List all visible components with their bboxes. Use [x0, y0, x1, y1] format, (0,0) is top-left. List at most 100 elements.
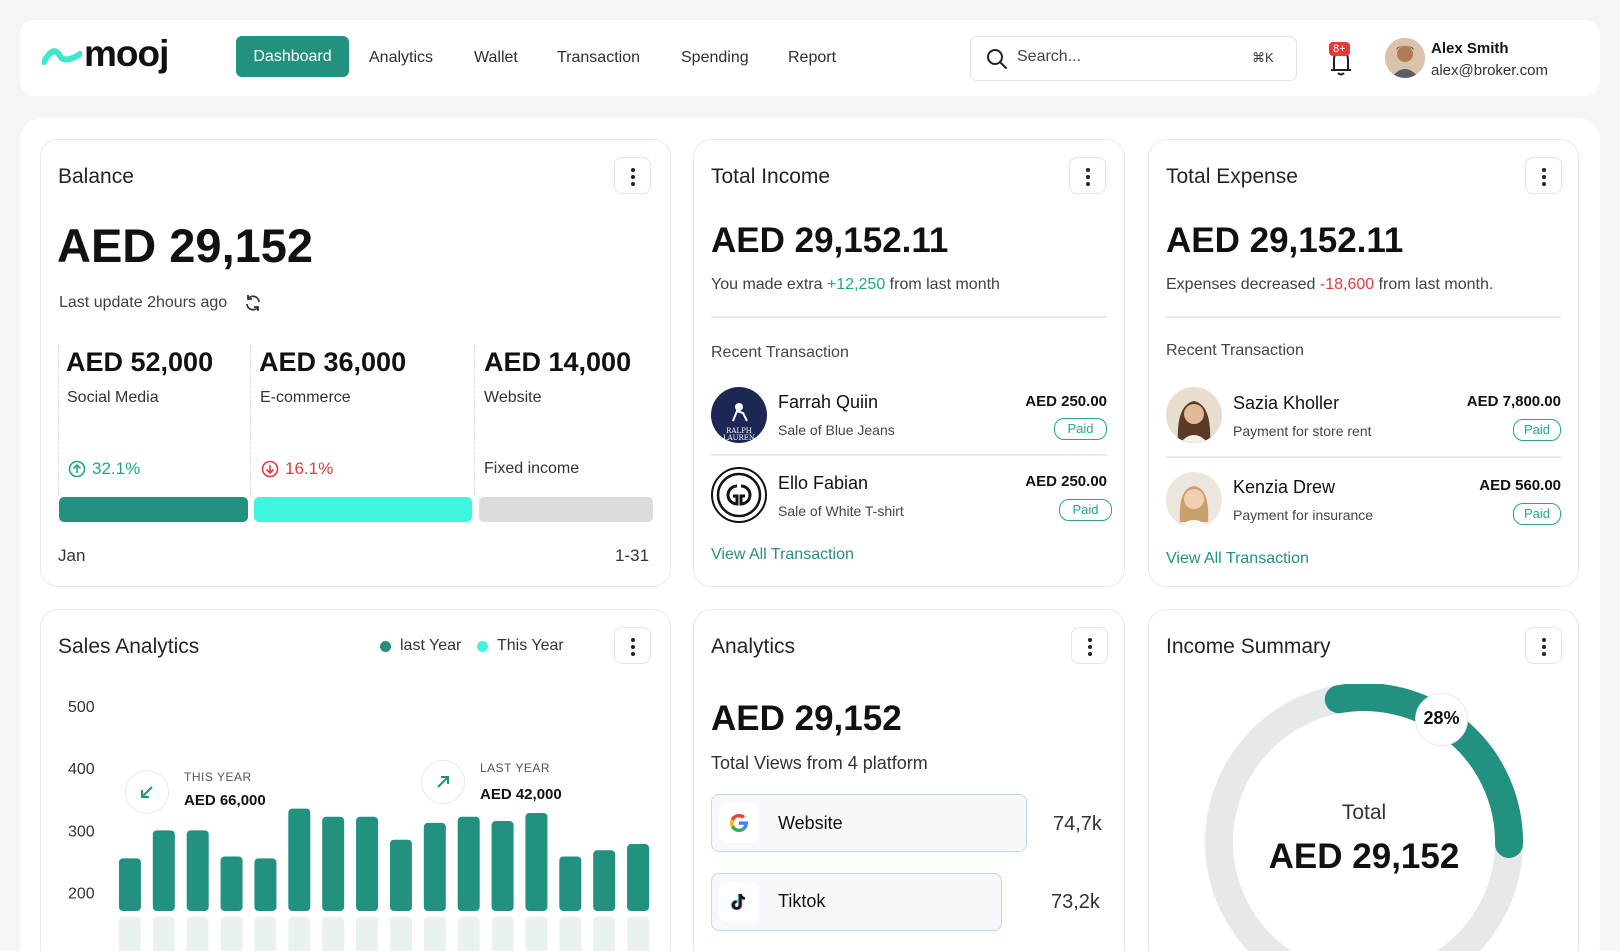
bar[interactable]: [491, 821, 514, 911]
bar[interactable]: [356, 816, 379, 911]
income-tx2-name: Ello Fabian: [778, 473, 869, 493]
expense-menu-button[interactable]: [1525, 157, 1562, 194]
search-placeholder: Search...: [1017, 48, 1082, 65]
expense-tx2-desc: Payment for insurance: [1233, 507, 1374, 523]
refresh-icon[interactable]: [244, 294, 262, 312]
bar[interactable]: [593, 850, 616, 911]
analytics-subtitle: Total Views from 4 platform: [711, 753, 928, 773]
income-summary-total-label: Total: [1341, 801, 1387, 824]
balance-menu-button[interactable]: [614, 157, 651, 194]
expense-amount: AED 29,152.11: [1166, 221, 1404, 260]
status-badge: Paid: [1513, 419, 1561, 441]
analytics-title: Analytics: [711, 635, 796, 658]
nav-spending[interactable]: Spending: [681, 46, 749, 70]
expense-tx1-amount: AED 7,800.00: [1466, 393, 1561, 410]
analytics-menu-button[interactable]: [1071, 627, 1108, 664]
y-tick-label: 400: [68, 761, 95, 778]
divider: [1166, 316, 1561, 318]
bar[interactable]: [186, 830, 209, 911]
user-avatar[interactable]: [1385, 38, 1425, 78]
bar-shadow: [152, 917, 175, 951]
bar-shadow: [627, 917, 650, 951]
nav-analytics[interactable]: Analytics: [369, 46, 433, 70]
expense-note: Expenses decreased -18,600 from last mon…: [1166, 276, 1493, 294]
sales-menu-button[interactable]: [614, 627, 651, 664]
income-summary-total-amount: AED 29,152: [1268, 837, 1460, 876]
income-note-prefix: You made extra: [711, 276, 823, 293]
income-note: You made extra +12,250 from last month: [711, 276, 1000, 294]
notification-badge: 8+: [1329, 42, 1350, 56]
nav-transaction[interactable]: Transaction: [557, 46, 640, 70]
balance-bar-social: [59, 497, 248, 522]
income-view-all-link[interactable]: View All Transaction: [711, 546, 854, 564]
balance-bar-website: [479, 497, 653, 522]
divider: [1166, 456, 1561, 458]
search-icon: [987, 49, 1007, 69]
platform-tiktok-name: Tiktok: [778, 891, 826, 911]
arrow-up-circle-icon: [68, 460, 86, 478]
user-name: Alex Smith: [1431, 40, 1509, 57]
bar[interactable]: [457, 816, 480, 911]
y-tick-label: 200: [68, 886, 95, 903]
nav-dashboard[interactable]: Dashboard: [236, 36, 349, 77]
bar[interactable]: [288, 808, 311, 911]
expense-recent-label: Recent Transaction: [1166, 342, 1304, 359]
expense-tx1-desc: Payment for store rent: [1233, 423, 1372, 439]
brand-logo[interactable]: mooj: [42, 30, 169, 78]
expense-tx1-name: Sazia Kholler: [1233, 393, 1340, 413]
sales-bar-chart: 500 400 300 200: [68, 699, 650, 951]
bar[interactable]: [627, 844, 650, 911]
bar[interactable]: [152, 830, 175, 911]
expense-note-suffix: from last month.: [1378, 276, 1494, 293]
segment-website-label: Website: [484, 389, 542, 406]
segment-ecommerce-change: 16.1%: [285, 459, 334, 478]
bar[interactable]: [118, 858, 141, 911]
segment-divider: [58, 345, 59, 495]
bar[interactable]: [220, 856, 243, 911]
status-badge: Paid: [1054, 418, 1107, 440]
balance-title: Balance: [58, 165, 134, 188]
tiktok-icon: [719, 882, 759, 922]
income-recent-label: Recent Transaction: [711, 344, 849, 361]
bar[interactable]: [559, 856, 582, 911]
legend-dot-this-year: [477, 641, 488, 652]
platform-tiktok-views: 73,2k: [1051, 891, 1100, 913]
avatar-gucci-logo: [711, 467, 767, 523]
platform-website-name: Website: [778, 813, 843, 833]
bar-shadow: [423, 917, 446, 951]
y-tick-label: 500: [68, 699, 95, 716]
bar[interactable]: [389, 839, 412, 911]
income-tx1-amount: AED 250.00: [1025, 393, 1107, 410]
legend-dot-last-year: [380, 641, 391, 652]
income-tx2-desc: Sale of White T-shirt: [778, 503, 904, 519]
avatar-sazia-kholler: [1166, 387, 1222, 443]
bar-shadow: [389, 917, 412, 951]
income-summary-title: Income Summary: [1166, 635, 1331, 658]
income-amount: AED 29,152.11: [711, 221, 949, 260]
income-note-suffix: from last month: [889, 276, 1000, 293]
divider: [711, 316, 1107, 318]
expense-note-value: -18,600: [1319, 276, 1375, 293]
bar[interactable]: [423, 822, 446, 911]
segment-divider: [474, 345, 475, 495]
nav-wallet[interactable]: Wallet: [474, 46, 518, 70]
expense-view-all-link[interactable]: View All Transaction: [1166, 550, 1309, 568]
legend-last-year: last Year: [400, 637, 462, 654]
brand-name: mooj: [84, 33, 169, 74]
income-summary-menu-button[interactable]: [1525, 627, 1562, 664]
bar[interactable]: [254, 858, 277, 911]
avatar-kenzia-drew: [1166, 472, 1222, 528]
bar-shadow: [220, 917, 243, 951]
nav-report[interactable]: Report: [788, 46, 836, 70]
avatar-ralph-lauren-logo: RALPH LAUREN: [711, 387, 767, 443]
bar-shadow: [491, 917, 514, 951]
segment-social-amount: AED 52,000: [66, 347, 214, 377]
bar[interactable]: [322, 816, 345, 911]
search-shortcut: ⌘K: [1252, 50, 1274, 65]
bar[interactable]: [525, 812, 548, 911]
bar-shadow: [254, 917, 277, 951]
platform-website-views: 74,7k: [1053, 813, 1102, 835]
segment-ecommerce-amount: AED 36,000: [259, 347, 407, 377]
income-note-value: +12,250: [826, 276, 886, 293]
income-menu-button[interactable]: [1069, 157, 1106, 194]
